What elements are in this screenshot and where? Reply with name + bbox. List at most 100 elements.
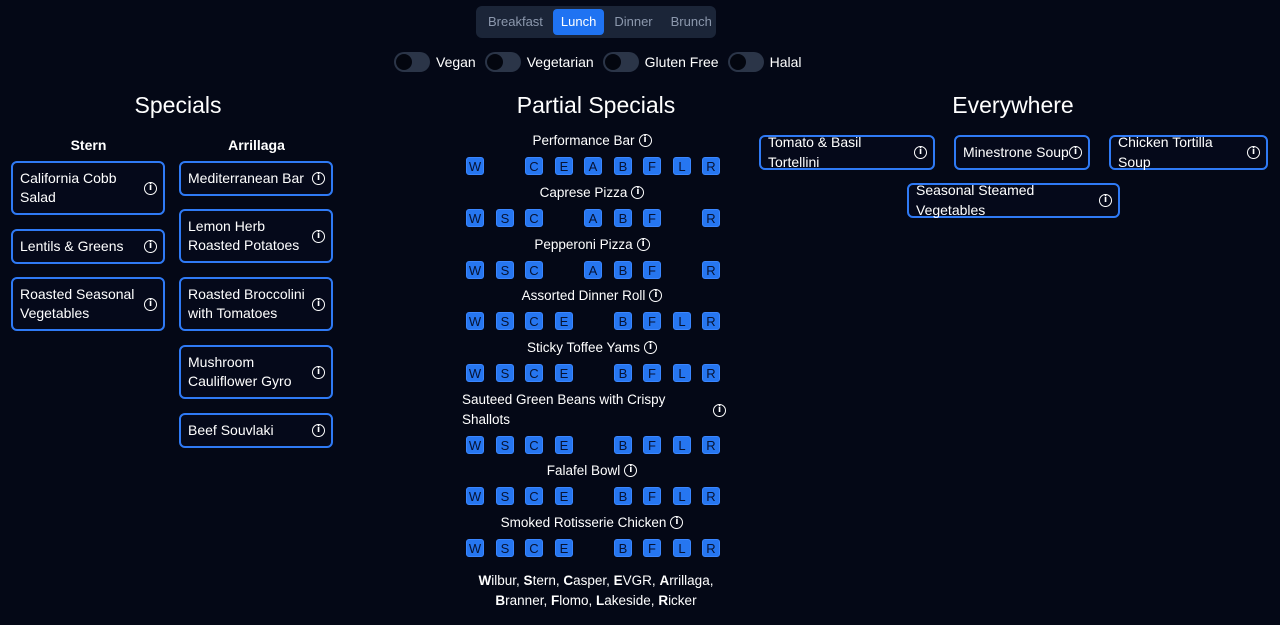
info-icon[interactable]: i bbox=[1247, 146, 1260, 159]
special-card[interactable]: Roasted Broccolini with Tomatoes i bbox=[179, 277, 333, 331]
hall-badge-b[interactable]: B bbox=[614, 364, 632, 382]
info-icon[interactable]: i bbox=[312, 172, 325, 185]
hall-badge-w[interactable]: W bbox=[466, 312, 484, 330]
hall-badge-c[interactable]: C bbox=[525, 261, 543, 279]
hall-badge-c[interactable]: C bbox=[525, 157, 543, 175]
hall-badge-r[interactable]: R bbox=[702, 436, 720, 454]
hall-badge-s[interactable]: S bbox=[496, 364, 514, 382]
hall-badge-f[interactable]: F bbox=[643, 539, 661, 557]
hall-badge-f[interactable]: F bbox=[643, 157, 661, 175]
hall-badge-s[interactable]: S bbox=[496, 436, 514, 454]
hall-badge-s[interactable]: S bbox=[496, 487, 514, 505]
hall-badge-e[interactable]: E bbox=[555, 539, 573, 557]
hall-badge-r[interactable]: R bbox=[702, 487, 720, 505]
everywhere-card[interactable]: Seasonal Steamed Vegetables i bbox=[907, 182, 1120, 218]
special-card[interactable]: Beef Souvlaki i bbox=[179, 413, 333, 448]
special-card[interactable]: Roasted Seasonal Vegetables i bbox=[11, 277, 165, 331]
hall-badge-s[interactable]: S bbox=[496, 261, 514, 279]
hall-badge-l[interactable]: L bbox=[673, 487, 691, 505]
hall-badge-l[interactable]: L bbox=[673, 157, 691, 175]
hall-badge-w[interactable]: W bbox=[466, 487, 484, 505]
hall-badge-l[interactable]: L bbox=[673, 312, 691, 330]
hall-badge-r[interactable]: R bbox=[702, 312, 720, 330]
tab-lunch[interactable]: Lunch bbox=[552, 9, 605, 35]
filter-gluten-free[interactable]: Gluten Free bbox=[602, 52, 719, 72]
hall-badge-f[interactable]: F bbox=[643, 487, 661, 505]
hall-badge-b[interactable]: B bbox=[614, 312, 632, 330]
tab-breakfast[interactable]: Breakfast bbox=[480, 9, 551, 35]
hall-badge-f[interactable]: F bbox=[643, 436, 661, 454]
halal-toggle[interactable] bbox=[727, 52, 764, 72]
hall-badge-a[interactable]: A bbox=[584, 209, 602, 227]
gluten-free-toggle[interactable] bbox=[602, 52, 639, 72]
hall-badge-c[interactable]: C bbox=[525, 209, 543, 227]
info-icon[interactable]: i bbox=[312, 297, 325, 311]
hall-badge-c[interactable]: C bbox=[525, 312, 543, 330]
hall-badge-a[interactable]: A bbox=[584, 157, 602, 175]
vegan-toggle[interactable] bbox=[394, 52, 430, 72]
hall-badge-r[interactable]: R bbox=[702, 364, 720, 382]
info-icon[interactable]: i bbox=[624, 463, 638, 477]
hall-badge-b[interactable]: B bbox=[614, 436, 632, 454]
info-icon[interactable]: i bbox=[638, 133, 652, 147]
vegetarian-toggle[interactable] bbox=[484, 52, 521, 72]
hall-badge-l[interactable]: L bbox=[673, 364, 691, 382]
hall-badge-r[interactable]: R bbox=[702, 157, 720, 175]
hall-badge-r[interactable]: R bbox=[702, 261, 720, 279]
hall-badge-s[interactable]: S bbox=[496, 312, 514, 330]
hall-badge-l[interactable]: L bbox=[673, 539, 691, 557]
hall-badge-w[interactable]: W bbox=[466, 539, 484, 557]
info-icon[interactable]: i bbox=[649, 288, 663, 302]
info-icon[interactable]: i bbox=[144, 240, 157, 253]
hall-badge-w[interactable]: W bbox=[466, 436, 484, 454]
special-card[interactable]: California Cobb Salad i bbox=[11, 161, 165, 215]
info-icon[interactable]: i bbox=[636, 237, 650, 251]
hall-badge-c[interactable]: C bbox=[525, 539, 543, 557]
info-icon[interactable]: i bbox=[644, 340, 658, 354]
hall-badge-c[interactable]: C bbox=[525, 487, 543, 505]
everywhere-card[interactable]: Chicken Tortilla Soup i bbox=[1109, 134, 1268, 170]
info-icon[interactable]: i bbox=[1069, 146, 1082, 159]
hall-badge-e[interactable]: E bbox=[555, 312, 573, 330]
tab-dinner[interactable]: Dinner bbox=[606, 9, 660, 35]
hall-badge-w[interactable]: W bbox=[466, 157, 484, 175]
info-icon[interactable]: i bbox=[312, 424, 325, 437]
info-icon[interactable]: i bbox=[1099, 194, 1112, 207]
hall-badge-b[interactable]: B bbox=[614, 261, 632, 279]
info-icon[interactable]: i bbox=[144, 181, 157, 195]
filter-halal[interactable]: Halal bbox=[727, 52, 802, 72]
hall-badge-w[interactable]: W bbox=[466, 209, 484, 227]
hall-badge-r[interactable]: R bbox=[702, 539, 720, 557]
hall-badge-e[interactable]: E bbox=[555, 364, 573, 382]
special-card[interactable]: Mushroom Cauliflower Gyro i bbox=[179, 345, 333, 399]
hall-badge-a[interactable]: A bbox=[584, 261, 602, 279]
info-icon[interactable]: i bbox=[312, 229, 325, 243]
special-card[interactable]: Lemon Herb Roasted Potatoes i bbox=[179, 209, 333, 263]
hall-badge-f[interactable]: F bbox=[643, 312, 661, 330]
everywhere-card[interactable]: Tomato & Basil Tortellini i bbox=[759, 134, 935, 170]
hall-badge-c[interactable]: C bbox=[525, 436, 543, 454]
hall-badge-c[interactable]: C bbox=[525, 364, 543, 382]
hall-badge-e[interactable]: E bbox=[555, 157, 573, 175]
info-icon[interactable]: i bbox=[144, 297, 157, 311]
filter-vegan[interactable]: Vegan bbox=[394, 52, 476, 72]
hall-badge-w[interactable]: W bbox=[466, 261, 484, 279]
info-icon[interactable]: i bbox=[713, 404, 726, 417]
everywhere-card[interactable]: Minestrone Soup i bbox=[954, 135, 1090, 170]
filter-vegetarian[interactable]: Vegetarian bbox=[484, 52, 594, 72]
hall-badge-f[interactable]: F bbox=[643, 364, 661, 382]
hall-badge-w[interactable]: W bbox=[466, 364, 484, 382]
hall-badge-l[interactable]: L bbox=[673, 436, 691, 454]
hall-badge-r[interactable]: R bbox=[702, 209, 720, 227]
hall-badge-s[interactable]: S bbox=[496, 539, 514, 557]
tab-brunch[interactable]: Brunch bbox=[663, 9, 720, 35]
hall-badge-b[interactable]: B bbox=[614, 157, 632, 175]
hall-badge-s[interactable]: S bbox=[496, 209, 514, 227]
hall-badge-b[interactable]: B bbox=[614, 487, 632, 505]
info-icon[interactable]: i bbox=[914, 146, 927, 159]
hall-badge-e[interactable]: E bbox=[555, 487, 573, 505]
special-card[interactable]: Lentils & Greens i bbox=[11, 229, 165, 264]
info-icon[interactable]: i bbox=[631, 185, 645, 199]
hall-badge-e[interactable]: E bbox=[555, 436, 573, 454]
hall-badge-f[interactable]: F bbox=[643, 261, 661, 279]
